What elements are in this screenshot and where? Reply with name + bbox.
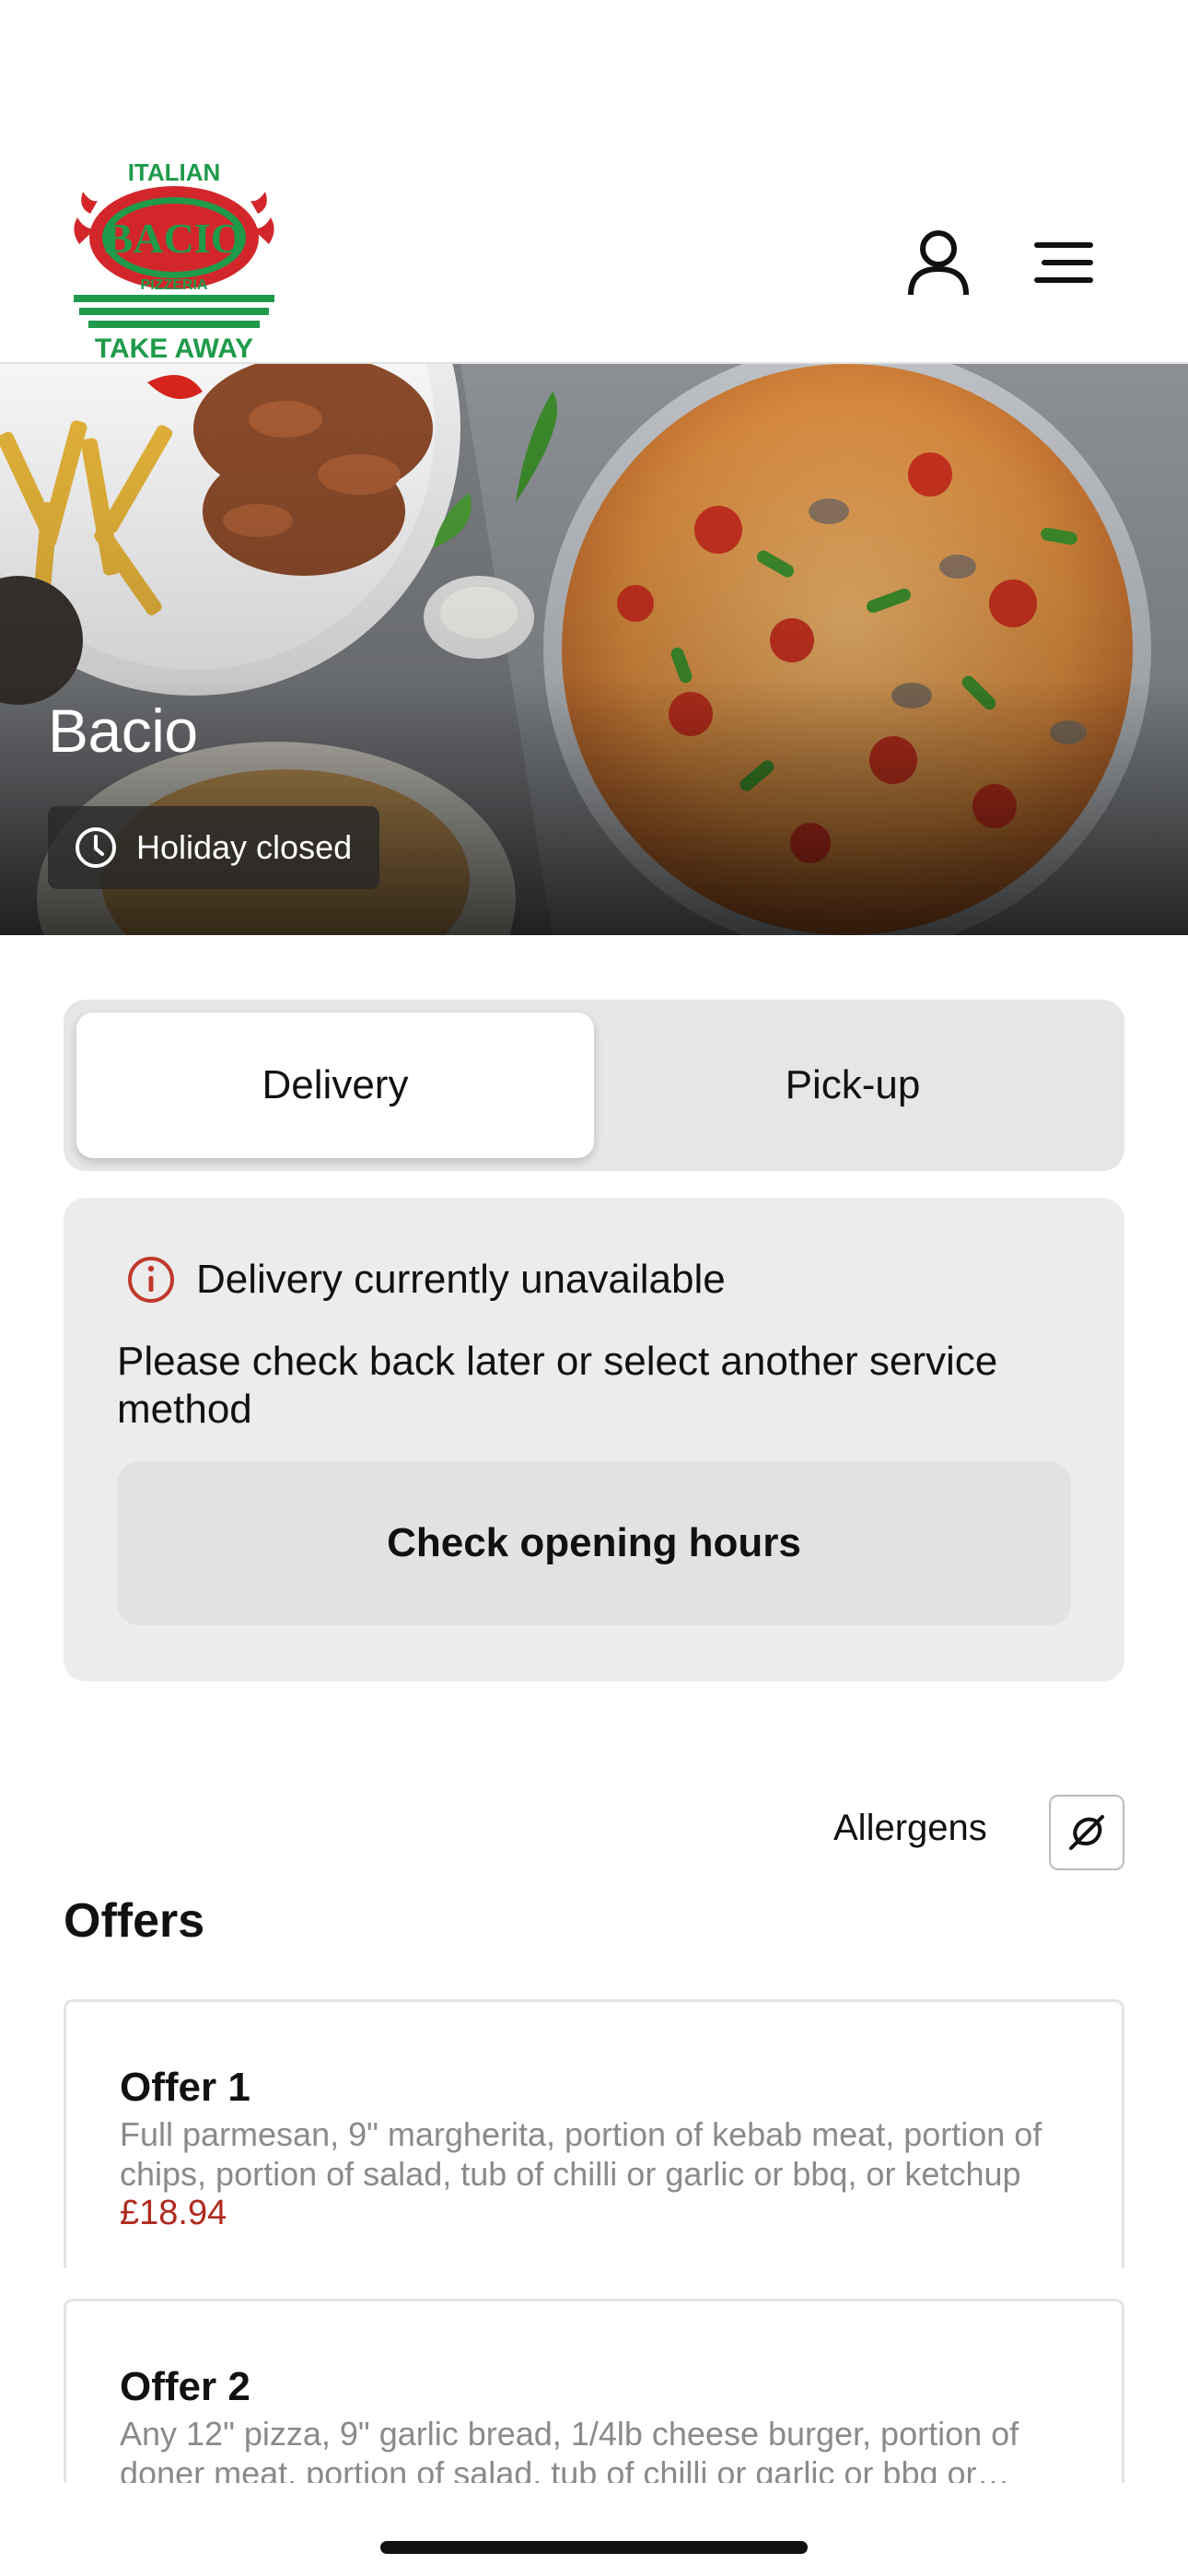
notice-header: Delivery currently unavailable xyxy=(126,1255,726,1305)
tab-delivery[interactable]: Delivery xyxy=(76,1013,594,1158)
offer-name: Offer 1 xyxy=(120,2065,250,2110)
allergen-icon xyxy=(1069,1815,1104,1850)
bottom-safe-area xyxy=(0,2483,1188,2576)
check-opening-hours-button[interactable]: Check opening hours xyxy=(117,1461,1071,1625)
notice-message: Please check back later or select anothe… xyxy=(117,1339,998,1432)
notice-title: Delivery currently unavailable xyxy=(196,1257,726,1302)
offer-name: Offer 2 xyxy=(120,2364,250,2409)
menu-button[interactable] xyxy=(1022,221,1105,304)
offer-price: £18.94 xyxy=(120,2194,227,2232)
tab-pick-up[interactable]: Pick-up xyxy=(594,1013,1112,1158)
delivery-unavailable-notice: Delivery currently unavailable Please ch… xyxy=(64,1198,1124,1681)
allergens-label[interactable]: Allergens xyxy=(833,1808,987,1849)
bacio-logo[interactable]: ITALIAN BACIO PIZZERIA TAKE AWAY xyxy=(70,157,278,364)
svg-text:PIZZERIA: PIZZERIA xyxy=(141,277,208,293)
status-badge: Holiday closed xyxy=(48,806,380,889)
logo-image: ITALIAN BACIO PIZZERIA TAKE AWAY xyxy=(74,158,274,364)
account-button[interactable] xyxy=(897,221,980,304)
svg-text:TAKE AWAY: TAKE AWAY xyxy=(95,334,253,364)
allergens-button[interactable] xyxy=(1049,1795,1124,1870)
offer-card[interactable]: Offer 2 Any 12" pizza, 9" garlic bread, … xyxy=(64,2299,1124,2483)
service-method-switch: Delivery Pick-up xyxy=(64,1000,1124,1171)
info-icon xyxy=(128,1257,174,1303)
app-header: ITALIAN BACIO PIZZERIA TAKE AWAY xyxy=(0,0,1188,364)
svg-text:ITALIAN: ITALIAN xyxy=(128,158,221,186)
offer-description: Any 12" pizza, 9" garlic bread, 1/4lb ch… xyxy=(120,2415,1019,2483)
home-indicator[interactable] xyxy=(380,2541,808,2554)
svg-text:BACIO: BACIO xyxy=(105,215,244,262)
status-text: Holiday closed xyxy=(136,828,353,866)
menu-icon xyxy=(1034,242,1093,283)
user-icon xyxy=(908,230,969,296)
offer-card[interactable]: Offer 1 Full parmesan, 9" margherita, po… xyxy=(64,1999,1124,2268)
offers-heading: Offers xyxy=(64,1894,205,1948)
restaurant-name: Bacio xyxy=(48,697,198,765)
offer-description: Full parmesan, 9" margherita, portion of… xyxy=(120,2115,1042,2193)
clock-icon xyxy=(76,827,116,868)
hero-banner: Bacio Holiday closed xyxy=(0,364,1188,935)
